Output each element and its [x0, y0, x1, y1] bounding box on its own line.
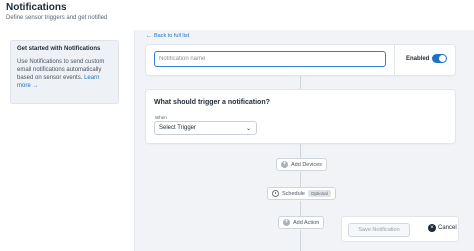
notification-name-input[interactable] — [154, 51, 386, 67]
optional-badge: Optional — [307, 190, 331, 197]
add-action-button[interactable]: + Add Action — [278, 216, 325, 229]
add-devices-button[interactable]: + Add Devices — [276, 158, 327, 171]
page-header: Notifications Define sensor triggers and… — [0, 0, 474, 30]
info-panel: Get started with Notifications Use Notif… — [10, 40, 119, 104]
close-icon: × — [428, 224, 436, 232]
add-devices-label: Add Devices — [291, 161, 322, 168]
trigger-select-value: Select Trigger — [159, 125, 197, 131]
when-label: When — [155, 115, 167, 120]
footer-actions: Save Notification × Cancel — [341, 216, 459, 242]
back-link[interactable]: ← Back to full list — [146, 33, 189, 39]
connector-line — [300, 230, 301, 251]
page-title: Notifications — [6, 2, 67, 13]
toggle-knob — [439, 55, 446, 62]
cancel-label: Cancel — [438, 225, 457, 231]
plus-icon: + — [281, 161, 288, 168]
clock-icon — [272, 190, 279, 197]
connector-line — [300, 201, 301, 216]
enabled-toggle[interactable] — [432, 54, 447, 63]
enabled-label: Enabled — [406, 56, 430, 62]
schedule-label: Schedule — [282, 190, 305, 197]
back-link-label: Back to full list — [154, 33, 190, 39]
info-title: Get started with Notifications — [17, 46, 101, 52]
chevron-down-icon: ⌄ — [245, 126, 251, 132]
cancel-button[interactable]: × Cancel — [428, 224, 457, 232]
connector-line — [300, 75, 301, 90]
schedule-button[interactable]: Schedule Optional — [267, 187, 336, 200]
info-text: Use Notifications to send custom email n… — [17, 58, 112, 90]
save-notification-button[interactable]: Save Notification — [348, 223, 410, 237]
arrow-left-icon: ← — [146, 33, 152, 39]
connector-line — [300, 143, 301, 158]
trigger-select[interactable]: Select Trigger ⌄ — [154, 121, 257, 135]
notification-name-card: Enabled — [146, 45, 455, 75]
trigger-card: What should trigger a notification? When… — [146, 90, 455, 143]
divider — [394, 45, 395, 75]
plus-icon: + — [283, 219, 290, 226]
connector-line — [300, 172, 301, 187]
page-subtitle: Define sensor triggers and get notified — [6, 15, 108, 21]
trigger-question: What should trigger a notification? — [154, 99, 270, 106]
add-action-label: Add Action — [293, 219, 320, 226]
